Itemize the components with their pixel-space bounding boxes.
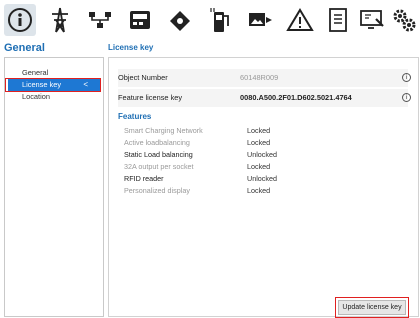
feature-name: Static Load balancing bbox=[124, 150, 193, 159]
nav-item-label: General bbox=[22, 68, 49, 77]
feature-status: Unlocked bbox=[247, 150, 277, 159]
toolbar bbox=[0, 0, 420, 40]
info-icon[interactable]: i bbox=[402, 93, 411, 102]
license-key-value: 0080.A500.2F01.D602.5021.4764 bbox=[240, 93, 352, 102]
network-icon[interactable] bbox=[84, 4, 116, 36]
feature-row: 32A output per socket Locked bbox=[124, 161, 354, 173]
image-forward-icon[interactable] bbox=[244, 4, 276, 36]
feature-status: Locked bbox=[247, 138, 271, 147]
nav-item-license-key[interactable]: License key < bbox=[8, 79, 100, 91]
feature-name: Smart Charging Network bbox=[124, 126, 203, 135]
license-key-row: Feature license key 0080.A500.2F01.D602.… bbox=[118, 89, 411, 107]
feature-row: Static Load balancing Unlocked bbox=[124, 149, 354, 161]
power-tower-icon[interactable] bbox=[44, 4, 76, 36]
document-icon[interactable] bbox=[322, 4, 354, 36]
nav-item-label: License key bbox=[22, 80, 62, 89]
charging-station-icon[interactable] bbox=[124, 4, 156, 36]
feature-status: Locked bbox=[247, 126, 271, 135]
object-number-row: Object Number 60148R009 i bbox=[118, 69, 411, 87]
nav-item-location[interactable]: Location bbox=[8, 91, 100, 103]
feature-status: Unlocked bbox=[247, 174, 277, 183]
feature-row: Active loadbalancing Locked bbox=[124, 137, 354, 149]
feature-name: Active loadbalancing bbox=[124, 138, 190, 147]
monitor-edit-icon[interactable] bbox=[356, 4, 388, 36]
chevron-left-icon: < bbox=[83, 80, 88, 89]
nav-title: General bbox=[4, 42, 45, 54]
license-key-label: Feature license key bbox=[118, 93, 183, 102]
feature-row: Personalized display Locked bbox=[124, 185, 354, 197]
card-reader-icon[interactable] bbox=[164, 4, 196, 36]
nav-item-label: Location bbox=[22, 92, 50, 101]
feature-status: Locked bbox=[247, 186, 271, 195]
info-icon[interactable] bbox=[4, 4, 36, 36]
page-title: License key bbox=[108, 43, 154, 52]
gears-icon[interactable] bbox=[388, 4, 420, 36]
warning-icon[interactable] bbox=[284, 4, 316, 36]
feature-status: Locked bbox=[247, 162, 271, 171]
feature-name: 32A output per socket bbox=[124, 162, 194, 171]
charger-plug-icon[interactable] bbox=[204, 4, 236, 36]
feature-name: Personalized display bbox=[124, 186, 190, 195]
object-number-label: Object Number bbox=[118, 73, 168, 82]
features-title: Features bbox=[118, 112, 152, 121]
object-number-value: 60148R009 bbox=[240, 73, 279, 82]
feature-row: RFID reader Unlocked bbox=[124, 173, 354, 185]
feature-name: RFID reader bbox=[124, 174, 164, 183]
info-icon[interactable]: i bbox=[402, 73, 411, 82]
nav-item-general[interactable]: General bbox=[8, 67, 100, 79]
feature-row: Smart Charging Network Locked bbox=[124, 125, 354, 137]
update-license-key-button[interactable]: Update license key bbox=[338, 300, 406, 315]
